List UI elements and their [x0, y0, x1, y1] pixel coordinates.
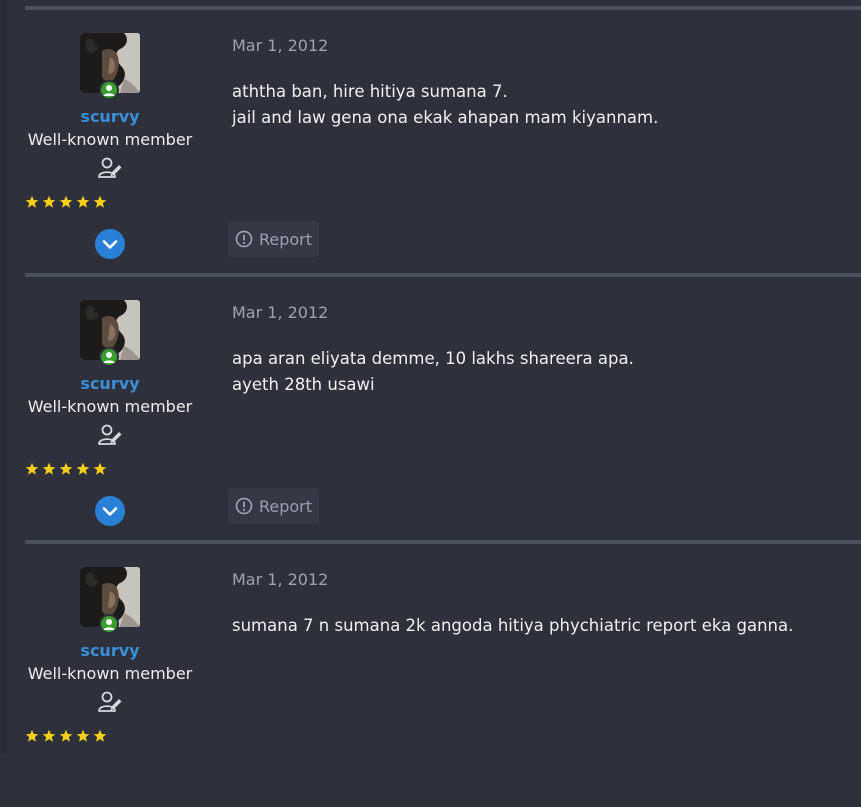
- post-main-cell: Mar 1, 2012 sumana 7 n sumana 2k angoda …: [230, 540, 850, 807]
- user-online-icon: [99, 80, 119, 100]
- user-online-icon: [99, 614, 119, 634]
- star-icon: [93, 729, 107, 742]
- page-left-edge: [0, 0, 7, 753]
- user-edit-icon[interactable]: [97, 155, 123, 181]
- user-edit-icon[interactable]: [97, 422, 123, 448]
- star-icon: [25, 195, 39, 208]
- username-link[interactable]: scurvy: [25, 107, 195, 126]
- chevron-down-icon: [102, 507, 118, 516]
- post-date[interactable]: Mar 1, 2012: [232, 36, 328, 55]
- report-label: Report: [258, 496, 313, 516]
- expand-user-button[interactable]: [95, 496, 125, 526]
- report-label: Report: [258, 229, 313, 249]
- star-icon: [25, 729, 39, 742]
- report-button[interactable]: Report: [228, 488, 319, 524]
- post-user-cell: scurvy Well-known member: [25, 273, 195, 540]
- post-user-cell: scurvy Well-known member: [25, 6, 195, 273]
- user-title: Well-known member: [27, 130, 193, 149]
- post-line: ayeth 28th usawi: [232, 375, 375, 394]
- chevron-down-icon: [102, 240, 118, 249]
- exclamation-circle-icon: [235, 230, 253, 248]
- post-body: apa aran eliyata demme, 10 lakhs shareer…: [232, 346, 832, 398]
- user-title: Well-known member: [27, 397, 193, 416]
- trophy-stars: [25, 462, 107, 476]
- post-main-cell: Mar 1, 2012 apa aran eliyata demme, 10 l…: [228, 273, 850, 540]
- post: scurvy Well-known member: [25, 273, 861, 540]
- star-icon: [25, 462, 39, 475]
- star-icon: [76, 729, 90, 742]
- report-button[interactable]: Report: [228, 221, 319, 257]
- post-body: aththa ban, hire hitiya sumana 7. jail a…: [232, 79, 832, 131]
- user-online-icon: [99, 347, 119, 367]
- trophy-stars: [25, 729, 107, 743]
- star-icon: [59, 729, 73, 742]
- post-line: apa aran eliyata demme, 10 lakhs shareer…: [232, 349, 634, 368]
- star-icon: [42, 729, 56, 742]
- post: scurvy Well-known member Mar 1, 2012 sum…: [25, 540, 861, 807]
- post-user-cell: scurvy Well-known member: [25, 540, 195, 807]
- user-title: Well-known member: [27, 664, 193, 683]
- star-icon: [76, 195, 90, 208]
- star-icon: [42, 195, 56, 208]
- post-body: sumana 7 n sumana 2k angoda hitiya phych…: [232, 613, 832, 639]
- post-main-cell: Mar 1, 2012 aththa ban, hire hitiya suma…: [228, 6, 850, 273]
- star-icon: [59, 462, 73, 475]
- post-date[interactable]: Mar 1, 2012: [232, 303, 328, 322]
- star-icon: [59, 195, 73, 208]
- username-link[interactable]: scurvy: [25, 641, 195, 660]
- star-icon: [76, 462, 90, 475]
- exclamation-circle-icon: [235, 497, 253, 515]
- post-line: sumana 7 n sumana 2k angoda hitiya phych…: [232, 616, 794, 635]
- expand-user-button[interactable]: [95, 229, 125, 259]
- post: scurvy Well-known member: [25, 6, 861, 273]
- star-icon: [93, 195, 107, 208]
- star-icon: [93, 462, 107, 475]
- thread: scurvy Well-known member Mar 1, 2012 ath…: [25, 0, 861, 753]
- username-link[interactable]: scurvy: [25, 374, 195, 393]
- user-edit-icon[interactable]: [97, 689, 123, 715]
- trophy-stars: [25, 195, 107, 209]
- post-line: jail and law gena ona ekak ahapan mam ki…: [232, 108, 659, 127]
- post-line: aththa ban, hire hitiya sumana 7.: [232, 82, 508, 101]
- star-icon: [42, 462, 56, 475]
- post-date[interactable]: Mar 1, 2012: [232, 570, 328, 589]
